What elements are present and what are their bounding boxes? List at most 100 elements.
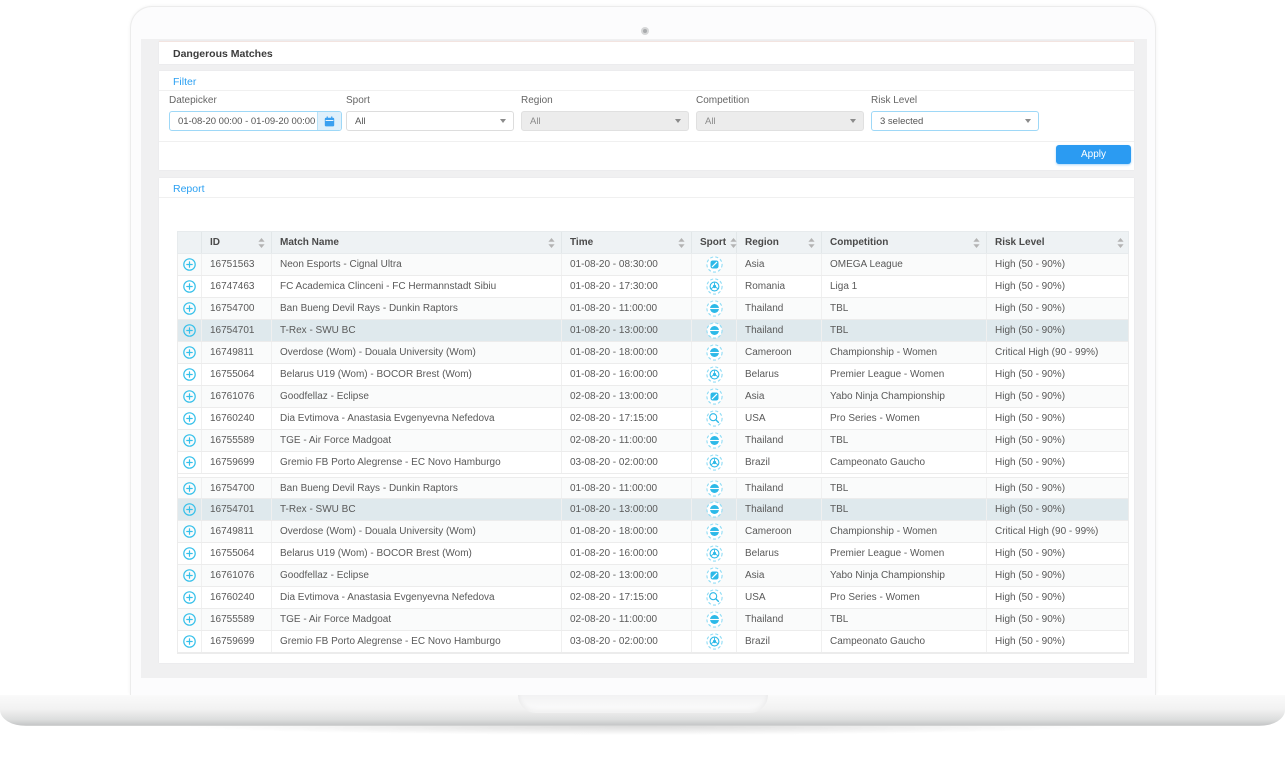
table-row[interactable]: 16760240Dia Evtimova - Anastasia Evgenye… — [178, 587, 1128, 609]
table-row[interactable]: 16755064Belarus U19 (Wom) - BOCOR Brest … — [178, 543, 1128, 565]
apply-button[interactable]: Apply — [1056, 145, 1131, 164]
expand-row-button[interactable] — [178, 430, 202, 451]
match-competition: Yabo Ninja Championship — [822, 565, 987, 586]
expand-row-button[interactable] — [178, 452, 202, 473]
table-row[interactable]: 16759699Gremio FB Porto Alegrense - EC N… — [178, 452, 1128, 474]
column-header-competition[interactable]: Competition — [822, 232, 987, 253]
expand-row-button[interactable] — [178, 408, 202, 429]
plus-circle-icon — [183, 635, 196, 648]
table-row[interactable]: 16747463FC Academica Clinceni - FC Herma… — [178, 276, 1128, 298]
match-name: FC Academica Clinceni - FC Hermannstadt … — [272, 276, 562, 297]
match-region: Thailand — [737, 609, 822, 630]
expand-row-button[interactable] — [178, 364, 202, 385]
match-region: Cameroon — [737, 342, 822, 363]
sport-cell — [692, 430, 737, 451]
calendar-button[interactable] — [317, 112, 341, 130]
plus-circle-icon — [183, 613, 196, 626]
plus-circle-icon — [183, 390, 196, 403]
column-header-match-name[interactable]: Match Name — [272, 232, 562, 253]
divider — [159, 90, 1134, 91]
match-competition: Campeonato Gaucho — [822, 452, 987, 473]
expand-row-button[interactable] — [178, 254, 202, 275]
match-region: Brazil — [737, 631, 822, 652]
sport-cell — [692, 254, 737, 275]
expand-row-button[interactable] — [178, 609, 202, 630]
sport-cell — [692, 408, 737, 429]
match-competition: TBL — [822, 478, 987, 498]
match-competition: Campeonato Gaucho — [822, 631, 987, 652]
match-time: 01-08-20 - 16:00:00 — [562, 364, 692, 385]
match-competition: Pro Series - Women — [822, 408, 987, 429]
plus-circle-icon — [183, 280, 196, 293]
datepicker-input[interactable]: 01-08-20 00:00 - 01-09-20 00:00 — [169, 111, 342, 131]
column-header-region[interactable]: Region — [737, 232, 822, 253]
match-region: Asia — [737, 254, 822, 275]
risk-level-select[interactable]: 3 selected — [871, 111, 1039, 131]
sport-cell — [692, 631, 737, 652]
match-name: Gremio FB Porto Alegrense - EC Novo Hamb… — [272, 631, 562, 652]
table-row[interactable]: 16749811Overdose (Wom) - Douala Universi… — [178, 521, 1128, 543]
expand-row-button[interactable] — [178, 478, 202, 498]
sport-select[interactable]: All — [346, 111, 514, 131]
screen-display: Dangerous Matches Filter Datepicker 01-0… — [141, 39, 1147, 678]
table-row[interactable]: 16749811Overdose (Wom) - Douala Universi… — [178, 342, 1128, 364]
match-time: 02-08-20 - 17:15:00 — [562, 408, 692, 429]
match-id: 16759699 — [202, 631, 272, 652]
table-row[interactable]: 16754701T-Rex - SWU BC01-08-20 - 13:00:0… — [178, 320, 1128, 342]
expand-row-button[interactable] — [178, 587, 202, 608]
table-row[interactable]: 16755064Belarus U19 (Wom) - BOCOR Brest … — [178, 364, 1128, 386]
column-header-label: Time — [570, 237, 593, 248]
table-row[interactable]: 16754700Ban Bueng Devil Rays - Dunkin Ra… — [178, 298, 1128, 320]
expand-row-button[interactable] — [178, 631, 202, 652]
expand-row-button[interactable] — [178, 276, 202, 297]
report-section-title: Report — [173, 183, 205, 195]
match-id: 16755064 — [202, 543, 272, 564]
match-time: 01-08-20 - 16:00:00 — [562, 543, 692, 564]
expand-row-button[interactable] — [178, 565, 202, 586]
table-row[interactable]: 16755589TGE - Air Force Madgoat02-08-20 … — [178, 430, 1128, 452]
region-field: Region All — [521, 95, 689, 131]
page-title: Dangerous Matches — [159, 42, 1134, 60]
column-header-risk-level[interactable]: Risk Level — [987, 232, 1130, 253]
expand-row-button[interactable] — [178, 499, 202, 520]
match-time: 02-08-20 - 17:15:00 — [562, 587, 692, 608]
plus-circle-icon — [183, 258, 196, 271]
table-row[interactable]: 16759699Gremio FB Porto Alegrense - EC N… — [178, 631, 1128, 653]
match-id: 16754700 — [202, 478, 272, 498]
table-row[interactable]: 16754700Ban Bueng Devil Rays - Dunkin Ra… — [178, 477, 1128, 499]
column-header-id[interactable]: ID — [202, 232, 272, 253]
match-region: Asia — [737, 565, 822, 586]
table-row[interactable]: 16761076Goodfellaz - Eclipse02-08-20 - 1… — [178, 565, 1128, 587]
region-select[interactable]: All — [521, 111, 689, 131]
expand-row-button[interactable] — [178, 386, 202, 407]
match-time: 02-08-20 - 11:00:00 — [562, 609, 692, 630]
match-competition: Championship - Women — [822, 521, 987, 542]
divider — [159, 141, 1134, 142]
column-header-time[interactable]: Time — [562, 232, 692, 253]
match-competition: TBL — [822, 499, 987, 520]
table-row[interactable]: 16755589TGE - Air Force Madgoat02-08-20 … — [178, 609, 1128, 631]
sort-arrows-icon — [678, 238, 685, 248]
esports-icon — [706, 388, 723, 405]
expand-row-button[interactable] — [178, 521, 202, 542]
match-name: Belarus U19 (Wom) - BOCOR Brest (Wom) — [272, 543, 562, 564]
expand-row-button[interactable] — [178, 298, 202, 319]
column-header-sport[interactable]: Sport — [692, 232, 737, 253]
match-id: 16760240 — [202, 587, 272, 608]
esports-icon — [706, 256, 723, 273]
table-row[interactable]: 16751563Neon Esports - Cignal Ultra01-08… — [178, 254, 1128, 276]
table-header-row: ID Match Name Time Sport Region Competit… — [177, 231, 1129, 254]
expand-row-button[interactable] — [178, 543, 202, 564]
matches-table: ID Match Name Time Sport Region Competit… — [177, 231, 1129, 654]
table-row[interactable]: 16761076Goodfellaz - Eclipse02-08-20 - 1… — [178, 386, 1128, 408]
filter-section-title: Filter — [173, 76, 196, 88]
competition-select[interactable]: All — [696, 111, 864, 131]
expand-row-button[interactable] — [178, 342, 202, 363]
expand-row-button[interactable] — [178, 320, 202, 341]
table-row[interactable]: 16760240Dia Evtimova - Anastasia Evgenye… — [178, 408, 1128, 430]
table-row[interactable]: 16754701T-Rex - SWU BC01-08-20 - 13:00:0… — [178, 499, 1128, 521]
match-id: 16754701 — [202, 499, 272, 520]
match-time: 01-08-20 - 18:00:00 — [562, 342, 692, 363]
match-competition: Championship - Women — [822, 342, 987, 363]
risk-level: High (50 - 90%) — [987, 499, 1130, 520]
